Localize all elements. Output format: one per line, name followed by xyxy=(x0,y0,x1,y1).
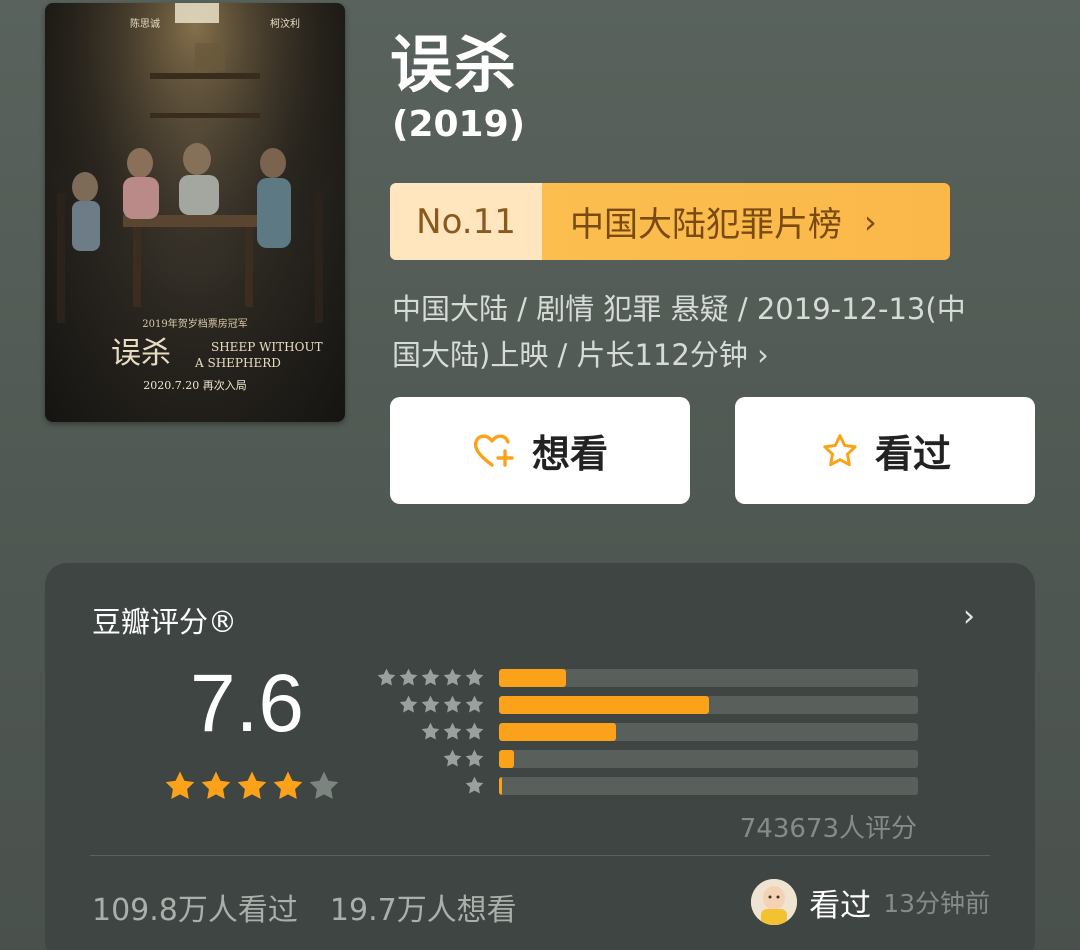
chevron-right-icon: › xyxy=(864,202,877,241)
rating-dist-stars xyxy=(375,694,485,715)
star-small-icon xyxy=(399,668,418,686)
star-small-icon xyxy=(465,722,484,740)
rating-dist-stars xyxy=(375,721,485,742)
star-filled-icon xyxy=(273,771,303,800)
rating-stars xyxy=(163,769,341,803)
want-label: 想看 xyxy=(531,432,608,476)
star-filled-icon xyxy=(237,771,267,800)
poster-director-name: 陈思诚 xyxy=(130,17,160,30)
poster-producer-name: 柯汶利 xyxy=(270,17,300,30)
rating-dist-row xyxy=(375,691,918,718)
want-to-watch-button[interactable]: 想看 xyxy=(390,397,690,504)
rating-card[interactable]: 豆瓣评分® › 7.6 743673人评分 109.8万人看过 19.7万人想看 … xyxy=(45,563,1035,950)
chevron-right-icon: › xyxy=(757,338,769,372)
star-small-icon xyxy=(465,776,484,794)
want-count: 19.7万人想看 xyxy=(329,893,517,928)
user-status-label: 看过 xyxy=(809,887,872,924)
rating-dist-track xyxy=(499,695,918,714)
star-small-icon xyxy=(399,695,418,713)
user-status[interactable]: 看过 13分钟前 xyxy=(751,879,990,925)
rating-dist-stars xyxy=(375,667,485,688)
rating-dist-track xyxy=(499,776,918,795)
star-small-icon xyxy=(465,668,484,686)
poster-artwork: 2019年贺岁档票房冠军 误杀 SHEEP WITHOUT A SHEPHERD… xyxy=(45,3,345,422)
star-small-icon xyxy=(443,749,462,767)
rating-distribution xyxy=(375,664,918,799)
seen-count: 109.8万人看过 xyxy=(92,893,298,928)
poster-title-cn: 误杀 xyxy=(111,336,171,371)
rating-dist-row xyxy=(375,718,918,745)
movie-info-line1: 中国大陆 / 剧情 犯罪 悬疑 / 2019-12-13(中 xyxy=(392,292,966,326)
ranking-badge[interactable]: No.11 中国大陆犯罪片榜 › xyxy=(390,183,950,260)
seen-label: 看过 xyxy=(874,432,951,476)
star-small-icon xyxy=(443,722,462,740)
star-small-icon xyxy=(443,668,462,686)
rating-dist-row xyxy=(375,664,918,691)
rating-dist-bar xyxy=(499,668,567,687)
rating-dist-track xyxy=(499,722,918,741)
star-small-icon xyxy=(421,722,440,740)
rating-dist-row xyxy=(375,772,918,799)
star-small-icon xyxy=(377,668,396,686)
star-small-icon xyxy=(421,695,440,713)
movie-year: (2019) xyxy=(392,104,526,145)
rating-dist-track xyxy=(499,668,918,687)
movie-poster[interactable]: 2019年贺岁档票房冠军 误杀 SHEEP WITHOUT A SHEPHERD… xyxy=(45,3,345,422)
rating-dist-stars xyxy=(375,748,485,769)
have-seen-button[interactable]: 看过 xyxy=(735,397,1035,504)
rating-score: 7.6 xyxy=(190,658,304,749)
rating-dist-bar xyxy=(499,722,617,741)
movie-info-line2: 国大陆)上映 / 片长112分钟 xyxy=(392,338,758,372)
rating-dist-bar xyxy=(499,695,709,714)
heart-plus-icon xyxy=(473,434,514,467)
rank-list-name: 中国大陆犯罪片榜 xyxy=(570,205,842,245)
rating-dist-track xyxy=(499,749,918,768)
divider xyxy=(90,855,990,856)
user-status-time: 13分钟前 xyxy=(883,889,990,918)
star-filled-icon xyxy=(201,771,231,800)
rank-number: No.11 xyxy=(390,183,542,260)
star-filled-icon xyxy=(165,771,195,800)
avatar[interactable] xyxy=(751,879,798,925)
star-small-icon xyxy=(421,668,440,686)
poster-title-en-2: A SHEPHERD xyxy=(194,356,281,370)
star-small-icon xyxy=(443,695,462,713)
avatar-image xyxy=(751,879,798,925)
star-small-icon xyxy=(465,749,484,767)
poster-tagline: 2019年贺岁档票房冠军 xyxy=(142,317,247,330)
watch-stats: 109.8万人看过 19.7万人想看 xyxy=(92,885,517,929)
star-small-icon xyxy=(465,695,484,713)
rating-card-title: 豆瓣评分® xyxy=(92,605,238,639)
star-outline-icon xyxy=(823,433,857,466)
poster-title-en-1: SHEEP WITHOUT xyxy=(211,340,323,354)
rating-dist-bar xyxy=(499,749,514,768)
movie-info[interactable]: 中国大陆 / 剧情 犯罪 悬疑 / 2019-12-13(中 国大陆)上映 / … xyxy=(392,286,1032,378)
chevron-right-icon[interactable]: › xyxy=(963,599,975,634)
rating-dist-row xyxy=(375,745,918,772)
rank-list-link[interactable]: 中国大陆犯罪片榜 › xyxy=(542,183,950,260)
poster-date-line: 2020.7.20 再次入局 xyxy=(143,378,246,392)
rating-count: 743673人评分 xyxy=(739,814,917,844)
star-empty-icon xyxy=(309,771,339,800)
rating-dist-bar xyxy=(499,776,502,795)
rating-dist-stars xyxy=(375,775,485,796)
movie-title: 误杀 xyxy=(390,28,519,101)
